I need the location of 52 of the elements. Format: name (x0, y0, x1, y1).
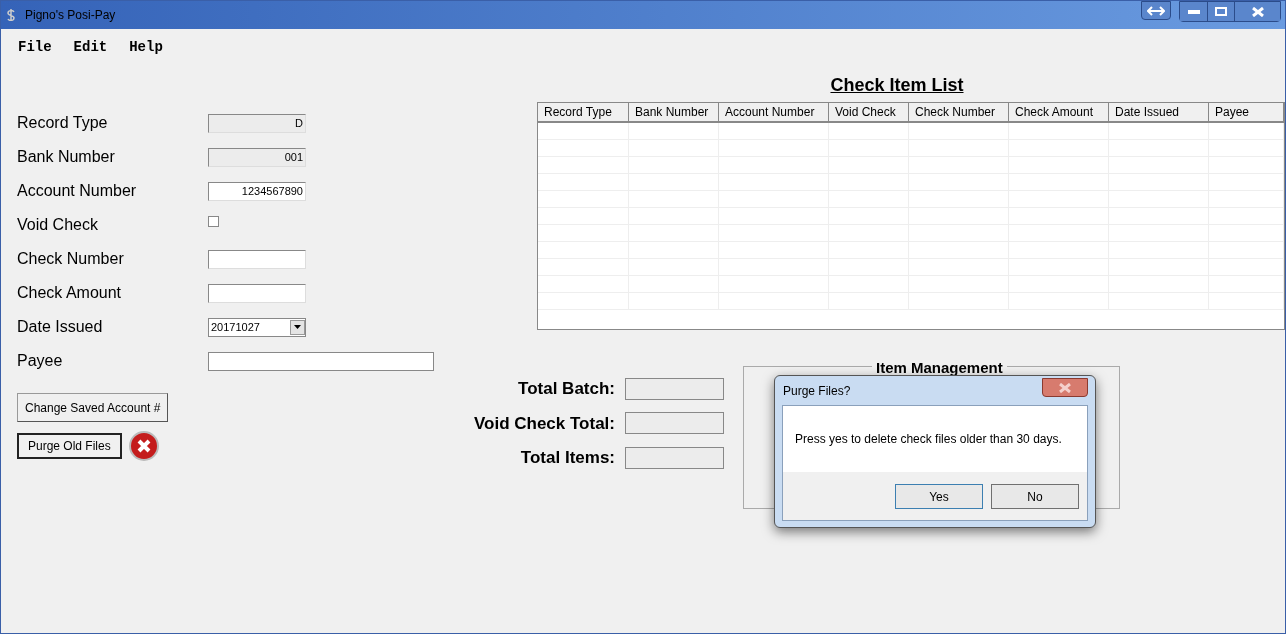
field-label: Date Issued (17, 317, 104, 337)
close-button[interactable] (1234, 2, 1280, 21)
total-field[interactable] (625, 377, 724, 400)
menu-item[interactable]: Help (129, 37, 163, 58)
change-account-button[interactable]: Change Saved Account # (17, 393, 169, 422)
column-header[interactable]: Record Type (538, 103, 629, 121)
field-label: Record Type (17, 113, 109, 133)
field-label: Payee (17, 351, 64, 371)
dialog-button[interactable]: No (991, 484, 1079, 509)
table-title: Check Item List (830, 74, 964, 97)
double-arrow-icon (1147, 5, 1165, 16)
error-icon (128, 431, 159, 461)
field-label: Check Amount (17, 283, 123, 303)
menu-item[interactable]: Edit (73, 37, 108, 58)
app-icon (5, 9, 17, 21)
column-header[interactable]: Void Check (829, 103, 909, 121)
text-field[interactable]: 1234567890 (208, 181, 306, 201)
close-icon (1251, 6, 1264, 17)
text-field[interactable] (208, 351, 434, 371)
date-dropdown[interactable]: 20171027 (208, 317, 306, 337)
total-label: Total Batch: (518, 378, 615, 400)
minimize-button[interactable] (1180, 2, 1207, 21)
column-header[interactable]: Account Number (719, 103, 829, 121)
window-title: Pigno's Posi-Pay (25, 7, 116, 24)
field-label: Void Check (17, 215, 99, 235)
purge-button[interactable]: Purge Old Files (17, 433, 122, 459)
dialog-message: Press yes to delete check files older than 30 days. (795, 431, 1062, 448)
total-label: Total Items: (520, 447, 615, 469)
column-header[interactable]: Date Issued (1109, 103, 1209, 121)
resize-button[interactable] (1141, 1, 1171, 20)
text-field[interactable] (208, 283, 306, 303)
close-icon (1059, 382, 1071, 393)
dialog-title: Purge Files? (782, 382, 851, 400)
total-field[interactable] (625, 412, 724, 435)
column-header[interactable]: Check Amount (1009, 103, 1109, 121)
maximize-icon (1215, 7, 1227, 16)
column-header[interactable]: Bank Number (629, 103, 719, 121)
minimize-icon (1187, 9, 1200, 14)
field-label: Bank Number (17, 147, 116, 167)
checkbox[interactable] (208, 215, 219, 227)
menu-item[interactable]: File (18, 37, 52, 58)
column-header[interactable]: Check Number (909, 103, 1009, 121)
field-label: Check Number (17, 249, 125, 269)
caret-icon (294, 325, 301, 329)
total-field[interactable] (625, 446, 724, 469)
column-header[interactable]: Payee (1209, 103, 1284, 121)
text-field[interactable] (208, 249, 306, 269)
maximize-button[interactable] (1207, 2, 1234, 21)
total-label: Void Check Total: (473, 412, 615, 435)
dialog-close-button[interactable] (1042, 378, 1088, 397)
field-label: Account Number (17, 181, 138, 201)
dialog-button[interactable]: Yes (895, 484, 983, 509)
